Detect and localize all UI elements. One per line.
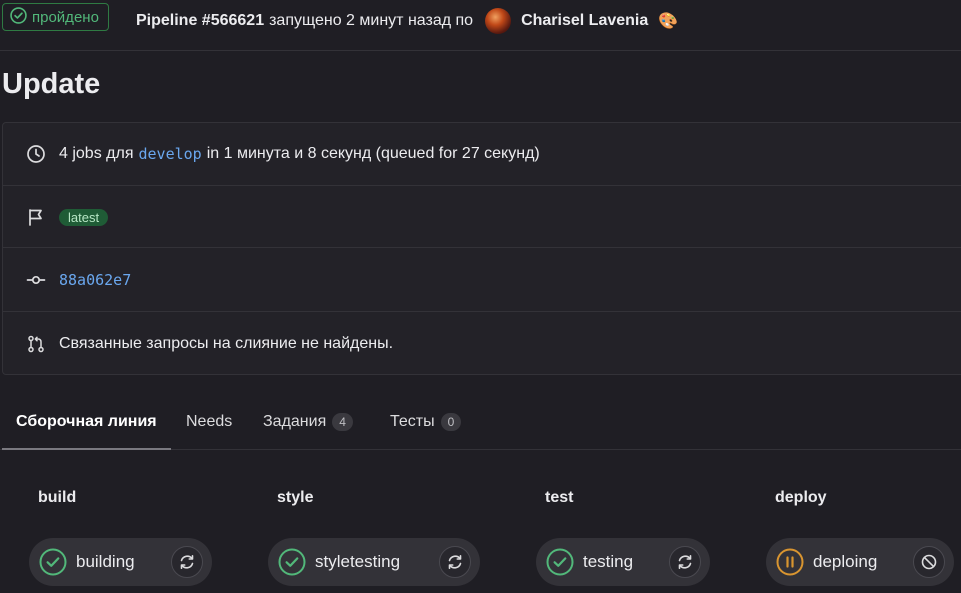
tab-jobs[interactable]: Задания 4	[263, 395, 353, 449]
tab-label: Needs	[186, 413, 233, 430]
avatar[interactable]	[485, 8, 512, 34]
tab-count-badge: 0	[440, 413, 462, 431]
tag-row: latest	[3, 185, 961, 248]
tab-tests[interactable]: Тесты 0	[390, 395, 462, 449]
status-passed-icon	[39, 548, 67, 576]
started-text: запущено 2 минут назад по	[269, 12, 474, 29]
stage-title-deploy: deploy	[775, 489, 827, 506]
jobs-duration: in 1 минута и 8 секунд (queued for 27 се…	[206, 145, 540, 162]
tab-needs[interactable]: Needs	[186, 395, 232, 449]
commit-row: 88a062e7	[3, 247, 961, 312]
status-paused-icon	[776, 548, 804, 576]
job-name: styletesting	[315, 552, 401, 571]
merge-request-icon	[26, 334, 46, 354]
clock-icon	[26, 144, 46, 164]
tab-pipeline[interactable]: Сборочная линия	[2, 395, 171, 450]
job-testing[interactable]: testing	[536, 538, 710, 586]
tab-label: Задания	[263, 413, 327, 430]
job-name: building	[76, 552, 135, 571]
jobs-prefix: 4 jobs для	[59, 145, 134, 162]
pipeline-meta: Pipeline #566621 запущено 2 минут назад …	[136, 8, 678, 34]
pipeline-info-card: 4 jobs для develop in 1 минута и 8 секун…	[2, 122, 961, 375]
page-title: Update	[2, 68, 101, 100]
flag-icon	[26, 207, 46, 227]
tab-label: Сборочная линия	[16, 413, 157, 430]
retry-icon[interactable]	[669, 546, 701, 578]
retry-icon[interactable]	[171, 546, 203, 578]
job-styletesting[interactable]: styletesting	[268, 538, 480, 586]
pipeline-tabs: Сборочная линия Needs Задания 4 Тесты 0	[0, 395, 961, 450]
merge-requests-text: Связанные запросы на слияние не найдены.	[59, 334, 394, 352]
latest-badge: latest	[59, 208, 109, 226]
pipeline-header: пройдено Pipeline #566621 запущено 2 мин…	[0, 0, 961, 51]
status-passed-icon	[278, 548, 306, 576]
jobs-summary-row: 4 jobs для develop in 1 минута и 8 секун…	[3, 123, 961, 185]
job-name: testing	[583, 552, 634, 571]
stage-title-test: test	[545, 489, 574, 506]
author-link[interactable]: Charisel Lavenia	[521, 12, 648, 30]
palette-emoji-icon: 🎨	[658, 13, 679, 30]
commit-icon	[26, 270, 46, 290]
status-badge[interactable]: пройдено	[2, 3, 109, 31]
job-name: deploing	[813, 552, 878, 571]
stage-title-build: build	[38, 489, 77, 506]
status-label: пройдено	[32, 8, 99, 26]
branch-link[interactable]: develop	[138, 145, 201, 163]
job-building[interactable]: building	[29, 538, 212, 586]
stage-title-style: style	[277, 489, 314, 506]
tab-count-badge: 4	[332, 413, 353, 431]
pipeline-id: Pipeline #566621	[136, 12, 265, 29]
merge-requests-row: Связанные запросы на слияние не найдены.	[3, 311, 961, 375]
retry-icon[interactable]	[439, 546, 471, 578]
job-deploing[interactable]: deploing	[766, 538, 954, 586]
cancel-icon[interactable]	[913, 546, 945, 578]
check-circle-icon	[10, 6, 27, 28]
status-passed-icon	[546, 548, 574, 576]
tab-label: Тесты	[390, 413, 435, 430]
commit-sha-link[interactable]: 88a062e7	[59, 271, 131, 289]
